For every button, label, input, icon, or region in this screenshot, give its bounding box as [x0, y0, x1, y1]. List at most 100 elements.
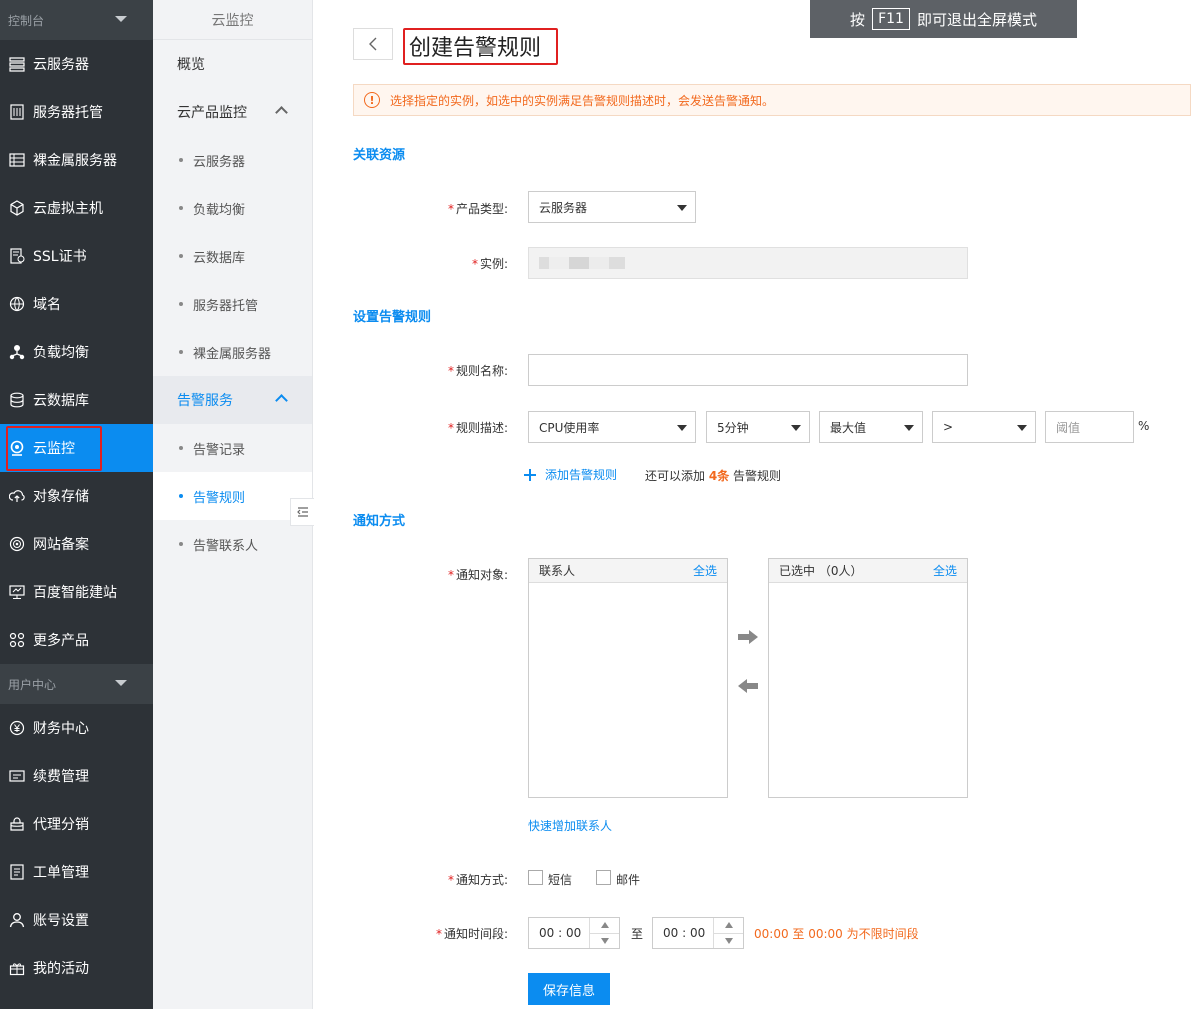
- subnav-item[interactable]: 裸金属服务器: [153, 328, 312, 376]
- renew-icon: [8, 767, 26, 785]
- subnav-group-label: 云产品监控: [177, 105, 247, 121]
- period-select[interactable]: 5分钟: [706, 411, 810, 443]
- selected-contacts-list[interactable]: 已选中 （0人） 全选: [768, 558, 968, 798]
- select-all-selected-button[interactable]: 全选: [933, 562, 957, 579]
- subnav-item-alarm-contacts[interactable]: 告警联系人: [153, 520, 312, 568]
- sidebar-item-1[interactable]: 服务器托管: [0, 88, 153, 136]
- cloud-upload-icon: [8, 487, 26, 505]
- subnav-overview[interactable]: 概览: [153, 40, 312, 88]
- decrement-button[interactable]: [714, 932, 743, 949]
- back-button[interactable]: [353, 28, 393, 60]
- sidebar-item-0[interactable]: 云服务器: [0, 40, 153, 88]
- sms-label: 短信: [548, 873, 573, 887]
- rule-name-input[interactable]: [528, 354, 968, 386]
- grid-icon: [8, 631, 26, 649]
- threshold-placeholder: 阈值: [1056, 420, 1081, 435]
- sidebar-item-1[interactable]: 续费管理: [0, 752, 153, 800]
- chevron-up-icon: [275, 394, 288, 407]
- sidebar-item-label: 更多产品: [33, 633, 89, 649]
- desktop-icon: [8, 583, 26, 601]
- sidebar-item-5[interactable]: 域名: [0, 280, 153, 328]
- sidebar-item-11[interactable]: 百度智能建站: [0, 568, 153, 616]
- fullscreen-hint-post: 即可退出全屏模式: [916, 10, 1037, 29]
- operator-value: >: [943, 420, 954, 434]
- subnav-item[interactable]: 服务器托管: [153, 280, 312, 328]
- product-type-select[interactable]: 云服务器: [528, 191, 696, 223]
- sidebar-item-label: 网站备案: [33, 537, 89, 553]
- subnav-item-alarm-rules[interactable]: 告警规则: [153, 472, 312, 520]
- sidebar-item-7[interactable]: 云数据库: [0, 376, 153, 424]
- metric-select[interactable]: CPU使用率: [528, 411, 696, 443]
- subnav-title: 云监控: [153, 0, 312, 40]
- statistic-select[interactable]: 最大值: [819, 411, 923, 443]
- increment-button[interactable]: [714, 918, 743, 933]
- sidebar-item-label: 域名: [33, 297, 61, 313]
- contacts-header-label: 联系人: [539, 564, 576, 578]
- arrow-left-icon: [738, 679, 758, 693]
- time-hint: 00:00 至 00:00 为不限时间段: [754, 927, 919, 941]
- contacts-list[interactable]: 联系人 全选: [528, 558, 728, 798]
- sidebar-section-user-center[interactable]: 用户中心: [0, 664, 153, 704]
- increment-button[interactable]: [590, 918, 619, 933]
- rule-name-label: * 规则名称:: [447, 364, 508, 378]
- selected-list-header: 已选中 （0人） 全选: [769, 559, 967, 583]
- database-icon: [8, 391, 26, 409]
- yen-icon: [8, 719, 26, 737]
- section-resource-heading: 关联资源: [353, 148, 406, 163]
- move-left-button[interactable]: [737, 678, 759, 698]
- sidebar-item-label: 工单管理: [33, 865, 89, 881]
- rule-desc-label: * 规则描述:: [447, 421, 508, 435]
- instance-field: [528, 247, 968, 279]
- quick-add-contact-link[interactable]: 快速增加联系人: [528, 817, 612, 834]
- caret-up-icon: [724, 922, 733, 929]
- select-all-contacts-button[interactable]: 全选: [693, 562, 717, 579]
- fullscreen-hint: 按 F11 即可退出全屏模式: [810, 0, 1077, 38]
- collapse-sidebar-button[interactable]: [290, 498, 314, 526]
- sidebar-item-label: 我的活动: [33, 961, 89, 977]
- sidebar-item-label: 财务中心: [33, 721, 89, 737]
- decrement-button[interactable]: [590, 932, 619, 949]
- dropdown-arrow-icon: [904, 425, 914, 431]
- add-rule-label: 添加告警规则: [545, 468, 618, 482]
- chevron-up-icon: [275, 106, 288, 119]
- sidebar-item-10[interactable]: 网站备案: [0, 520, 153, 568]
- end-time-input[interactable]: 00 : 00: [652, 917, 744, 949]
- email-checkbox[interactable]: [596, 870, 611, 885]
- add-rule-link[interactable]: 添加告警规则: [523, 466, 617, 483]
- remaining-rules-text: 还可以添加 4条 告警规则: [645, 469, 782, 483]
- sidebar-item-0[interactable]: 财务中心: [0, 704, 153, 752]
- subnav-item-alarm-records[interactable]: 告警记录: [153, 424, 312, 472]
- sidebar-item-5[interactable]: 我的活动: [0, 944, 153, 992]
- plus-icon: [524, 468, 536, 481]
- metric-value: CPU使用率: [539, 420, 600, 435]
- sidebar-item-3[interactable]: 云虚拟主机: [0, 184, 153, 232]
- sidebar-item-4[interactable]: SSL证书: [0, 232, 153, 280]
- sidebar-item-4[interactable]: 账号设置: [0, 896, 153, 944]
- subnav-group-product-monitor[interactable]: 云产品监控: [153, 88, 312, 136]
- subnav-item[interactable]: 云服务器: [153, 136, 312, 184]
- remaining-count: 4条: [708, 469, 730, 483]
- sidebar-item-12[interactable]: 更多产品: [0, 616, 153, 664]
- threshold-input[interactable]: 阈值: [1045, 411, 1134, 443]
- subnav-item[interactable]: 云数据库: [153, 232, 312, 280]
- sidebar-item-9[interactable]: 对象存储: [0, 472, 153, 520]
- statistic-value: 最大值: [830, 420, 867, 435]
- save-button[interactable]: 保存信息: [528, 973, 610, 1005]
- sidebar-item-6[interactable]: 负载均衡: [0, 328, 153, 376]
- caret-down-icon: [600, 937, 609, 944]
- user-icon: [8, 911, 26, 929]
- start-time-input[interactable]: 00 : 00: [528, 917, 620, 949]
- sidebar-item-2[interactable]: 代理分销: [0, 800, 153, 848]
- move-right-button[interactable]: [737, 629, 759, 649]
- sms-checkbox[interactable]: [528, 870, 543, 885]
- sidebar-item-2[interactable]: 裸金属服务器: [0, 136, 153, 184]
- subnav-group-alarm-service[interactable]: 告警服务: [153, 376, 312, 424]
- sidebar-item-3[interactable]: 工单管理: [0, 848, 153, 896]
- contacts-list-header: 联系人 全选: [529, 559, 727, 583]
- operator-select[interactable]: >: [932, 411, 1036, 443]
- sidebar-section-console[interactable]: 控制台: [0, 0, 153, 40]
- notice-bar: ! 选择指定的实例，如选中的实例满足告警规则描述时，会发送告警通知。: [353, 84, 1191, 116]
- sidebar-item-label: 账号设置: [33, 913, 89, 929]
- subnav-item[interactable]: 负载均衡: [153, 184, 312, 232]
- dropdown-arrow-icon: [677, 425, 687, 431]
